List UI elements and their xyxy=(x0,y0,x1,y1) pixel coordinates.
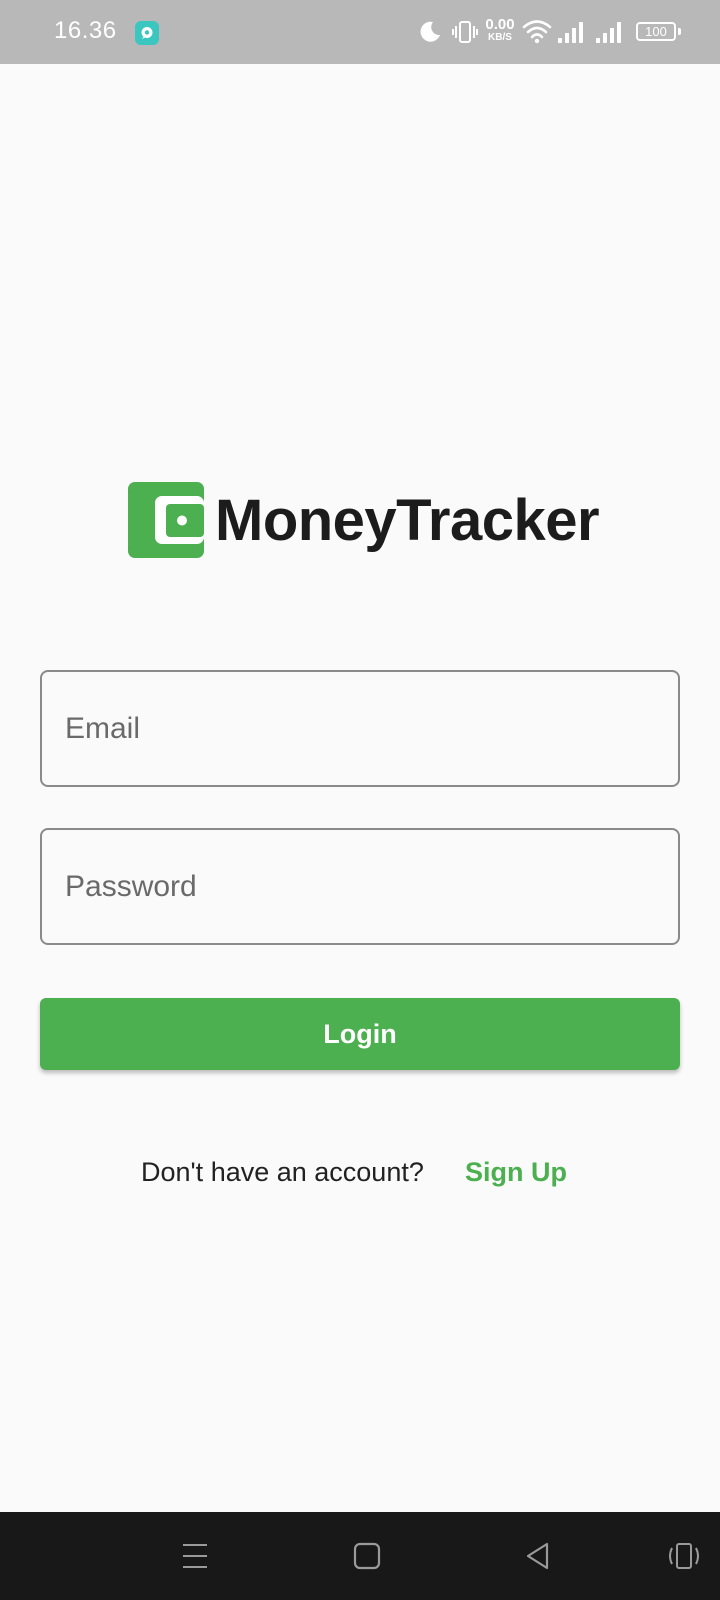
battery-tip xyxy=(678,28,681,35)
wallet-icon xyxy=(128,482,204,558)
home-icon[interactable] xyxy=(347,1536,387,1576)
navigation-bar xyxy=(0,1512,720,1600)
app-title: MoneyTracker xyxy=(215,488,600,553)
rotate-icon[interactable] xyxy=(664,1536,704,1576)
signal-icon xyxy=(596,22,621,43)
menu-icon[interactable] xyxy=(175,1536,215,1576)
moon-icon xyxy=(420,21,440,42)
battery-level: 100 xyxy=(645,24,667,39)
battery-icon: 100 xyxy=(636,22,676,41)
password-field[interactable] xyxy=(40,828,680,945)
signal-icon xyxy=(558,22,583,43)
net-speed: 0.00 KB/S xyxy=(485,16,515,43)
vibrate-icon xyxy=(452,21,478,43)
sign-up-link[interactable]: Sign Up xyxy=(465,1152,567,1192)
status-time: 16.36 xyxy=(54,17,117,44)
email-field[interactable] xyxy=(40,670,680,787)
back-icon[interactable] xyxy=(519,1536,559,1576)
wifi-icon xyxy=(522,20,552,44)
no-account-text: Don't have an account? xyxy=(141,1157,424,1187)
signup-row: Don't have an account? Sign Up xyxy=(0,1152,720,1192)
notification-app-icon xyxy=(135,21,159,45)
status-bar: 16.36 0.00 KB/S 100 xyxy=(0,0,720,64)
login-button[interactable]: Login xyxy=(40,998,680,1070)
